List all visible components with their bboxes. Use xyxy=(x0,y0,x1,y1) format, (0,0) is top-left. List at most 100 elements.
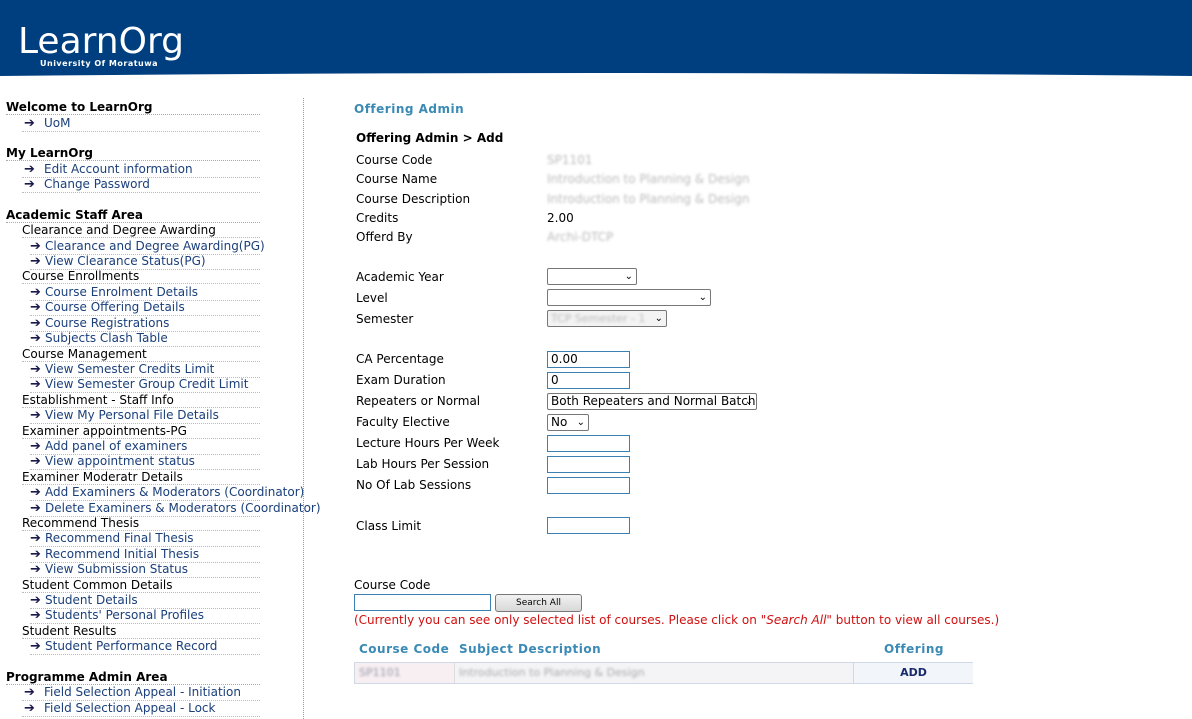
sidebar-group-title: Course Enrollments xyxy=(22,269,260,284)
arrow-right-icon: ➔ xyxy=(30,547,41,562)
table-cell-description: Introduction to Planning & Design xyxy=(454,663,854,683)
sidebar-link[interactable]: ➔ Recommend Initial Thesis xyxy=(30,547,260,563)
arrow-right-icon: ➔ xyxy=(30,501,41,516)
sidebar-group-title: Student Results xyxy=(22,624,260,639)
lecture-hours-label: Lecture Hours Per Week xyxy=(356,436,500,450)
chevron-down-icon: ⌄ xyxy=(744,396,753,407)
arrow-right-icon: ➔ xyxy=(30,362,41,377)
column-header-course-code: Course Code xyxy=(359,642,450,656)
sidebar-programme-title: Programme Admin Area xyxy=(6,670,260,685)
arrow-right-icon: ➔ xyxy=(30,454,41,469)
exam-duration-label: Exam Duration xyxy=(356,373,446,387)
sidebar-link[interactable]: ➔ View Semester Group Credit Limit xyxy=(30,377,260,393)
semester-label: Semester xyxy=(356,312,414,326)
search-all-button[interactable]: Search All xyxy=(495,594,582,612)
sidebar-academic-title: Academic Staff Area xyxy=(6,208,260,223)
arrow-right-icon: ➔ xyxy=(30,608,41,623)
arrow-right-icon: ➔ xyxy=(30,531,41,546)
search-course-code-input[interactable] xyxy=(354,594,491,611)
page-title: Offering Admin xyxy=(354,102,465,116)
sidebar-group-title: Clearance and Degree Awarding xyxy=(22,223,260,238)
sidebar-link[interactable]: ➔ Course Registrations xyxy=(30,316,260,332)
sidebar-link[interactable]: ➔ Subjects Clash Table xyxy=(30,331,260,347)
sidebar-link[interactable]: ➔ Student Performance Record xyxy=(30,639,260,655)
arrow-right-icon: ➔ xyxy=(24,177,35,192)
course-code-label: Course Code xyxy=(356,153,433,167)
add-offering-button[interactable]: ADD xyxy=(853,663,973,683)
column-header-subject-description: Subject Description xyxy=(459,642,602,656)
course-name-label: Course Name xyxy=(356,172,438,186)
ca-percentage-input[interactable]: 0.00 xyxy=(547,351,630,368)
arrow-right-icon: ➔ xyxy=(30,254,41,269)
sidebar-link-uom[interactable]: ➔ UoM xyxy=(22,116,260,132)
table-row: SP1101 Introduction to Planning & Design… xyxy=(354,662,973,684)
lab-sessions-label: No Of Lab Sessions xyxy=(356,478,472,492)
arrow-right-icon: ➔ xyxy=(30,408,41,423)
arrow-right-icon: ➔ xyxy=(24,116,35,131)
chevron-down-icon: ⌄ xyxy=(624,271,633,282)
logo[interactable]: LearnOrg xyxy=(18,22,184,62)
lab-hours-label: Lab Hours Per Session xyxy=(356,457,490,471)
faculty-elective-label: Faculty Elective xyxy=(356,415,450,429)
arrow-right-icon: ➔ xyxy=(30,331,41,346)
sidebar-divider xyxy=(303,98,304,719)
sidebar-link[interactable]: ➔ Course Enrolment Details xyxy=(30,285,260,301)
sidebar-group-title: Establishment - Staff Info xyxy=(22,393,260,408)
arrow-right-icon: ➔ xyxy=(30,593,41,608)
sidebar-link[interactable]: ➔ View appointment status xyxy=(30,454,260,470)
site-header: LearnOrg University Of Moratuwa xyxy=(0,0,1192,82)
class-limit-label: Class Limit xyxy=(356,519,422,533)
column-header-offering: Offering xyxy=(884,642,944,656)
repeaters-select[interactable]: Both Repeaters and Normal Batch ⌄ xyxy=(547,393,757,410)
academic-year-select[interactable]: ⌄ xyxy=(547,268,637,285)
offered-by-value: Archi-DTCP xyxy=(547,230,614,244)
sidebar-link[interactable]: ➔ Field Selection Appeal - Initiation xyxy=(22,685,260,701)
search-notice: (Currently you can see only selected lis… xyxy=(354,613,1000,627)
sidebar-link[interactable]: ➔ Delete Examiners & Moderators (Coordina… xyxy=(30,501,321,517)
lecture-hours-input[interactable] xyxy=(547,435,630,452)
lab-hours-input[interactable] xyxy=(547,456,630,473)
arrow-right-icon: ➔ xyxy=(24,162,35,177)
lab-sessions-input[interactable] xyxy=(547,477,630,494)
arrow-right-icon: ➔ xyxy=(30,485,41,500)
credits-value: 2.00 xyxy=(547,211,574,225)
course-description-value: Introduction to Planning & Design xyxy=(547,192,750,206)
sidebar-link-edit-account[interactable]: ➔ Edit Account information xyxy=(22,162,260,178)
chevron-down-icon: ⌄ xyxy=(576,417,585,428)
sidebar-group-title: Recommend Thesis xyxy=(22,516,260,531)
sidebar-group-title: Course Management xyxy=(22,347,260,362)
sidebar-link[interactable]: ➔ Student Details xyxy=(30,593,260,609)
faculty-elective-select[interactable]: No ⌄ xyxy=(547,414,589,431)
sidebar-link[interactable]: ➔ Field Selection Appeal - Lock xyxy=(22,701,260,717)
sidebar-group-title: Student Common Details xyxy=(22,578,260,593)
search-course-code-label: Course Code xyxy=(354,578,431,592)
sidebar-link[interactable]: ➔ View Clearance Status(PG) xyxy=(30,254,260,270)
exam-duration-input[interactable]: 0 xyxy=(547,372,630,389)
sidebar-link[interactable]: ➔ Add panel of examiners xyxy=(30,439,260,455)
course-name-value: Introduction to Planning & Design xyxy=(547,172,750,186)
sidebar-link[interactable]: ➔ Students' Personal Profiles xyxy=(30,608,260,624)
course-code-value: SP1101 xyxy=(547,153,593,167)
sidebar-group-title: Examiner Moderatr Details xyxy=(22,470,260,485)
arrow-right-icon: ➔ xyxy=(30,562,41,577)
class-limit-input[interactable] xyxy=(547,517,630,534)
semester-select[interactable]: TCP Semester - 1 ⌄ xyxy=(547,310,667,327)
sidebar-link[interactable]: ➔ Add Examiners & Moderators (Coordinator… xyxy=(30,485,304,501)
sidebar-link[interactable]: ➔ View My Personal File Details xyxy=(30,408,260,424)
sidebar-link[interactable]: ➔ Clearance and Degree Awarding(PG) xyxy=(30,239,265,255)
sidebar-link[interactable]: ➔ Course Offering Details xyxy=(30,300,260,316)
arrow-right-icon: ➔ xyxy=(30,377,41,392)
arrow-right-icon: ➔ xyxy=(24,685,35,700)
table-cell-course-code: SP1101 xyxy=(355,663,454,683)
course-description-label: Course Description xyxy=(356,192,471,206)
chevron-down-icon: ⌄ xyxy=(654,313,663,324)
sidebar-my-title: My LearnOrg xyxy=(6,146,260,161)
sidebar-link-change-password[interactable]: ➔ Change Password xyxy=(22,177,260,193)
breadcrumb: Offering Admin > Add xyxy=(356,131,504,145)
sidebar-link[interactable]: ➔ View Semester Credits Limit xyxy=(30,362,260,378)
arrow-right-icon: ➔ xyxy=(30,439,41,454)
level-select[interactable]: ⌄ xyxy=(547,289,711,306)
sidebar-link[interactable]: ➔ View Submission Status xyxy=(30,562,260,578)
sidebar-group-title: Examiner appointments-PG xyxy=(22,424,260,439)
sidebar-link[interactable]: ➔ Recommend Final Thesis xyxy=(30,531,260,547)
